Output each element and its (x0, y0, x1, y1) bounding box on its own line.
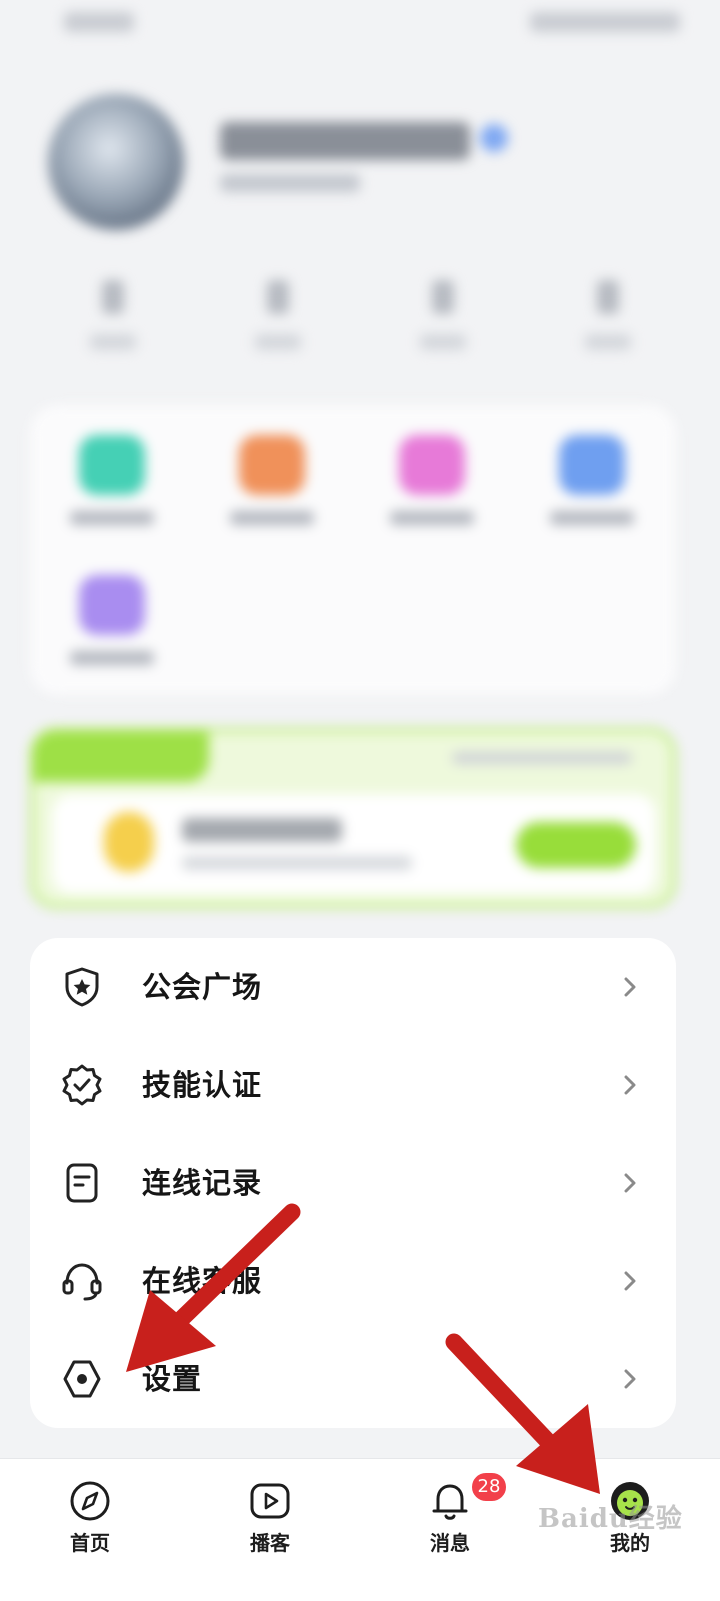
chevron-right-icon (618, 1367, 642, 1391)
menu-item-settings[interactable]: 设置 (30, 1330, 676, 1428)
chevron-right-icon (618, 1171, 642, 1195)
menu-item-online-support[interactable]: 在线客服 (30, 1232, 676, 1330)
menu-item-label: 连线记录 (142, 1166, 263, 1200)
tool-item[interactable] (222, 435, 322, 525)
certified-badge-icon (60, 1063, 104, 1107)
menu-item-label: 技能认证 (142, 1068, 263, 1102)
settings-hexagon-icon (60, 1357, 104, 1401)
task-card (30, 728, 676, 908)
tool-item[interactable] (62, 435, 162, 525)
menu-item-skill-certification[interactable]: 技能认证 (30, 1036, 676, 1134)
bell-icon (428, 1479, 472, 1523)
stat-item[interactable] (30, 280, 195, 370)
chevron-right-icon (618, 1269, 642, 1293)
nav-tab-messages[interactable]: 28 消息 (360, 1459, 540, 1601)
menu-list: 公会广场 技能认证 连线记录 在线客服 设置 (30, 938, 676, 1428)
avatar[interactable] (48, 94, 184, 230)
unread-count-badge: 28 (470, 1471, 508, 1503)
tool-icon (79, 575, 145, 635)
nav-tab-home[interactable]: 首页 (0, 1459, 180, 1601)
play-icon (248, 1479, 292, 1523)
profile-stats (30, 280, 690, 370)
nav-label: 首页 (70, 1531, 110, 1555)
tools-grid (30, 405, 676, 695)
stat-item[interactable] (360, 280, 525, 370)
tool-icon (399, 435, 465, 495)
watermark: Baidu经验 (538, 1504, 683, 1534)
tool-item[interactable] (62, 575, 162, 665)
nickname (220, 122, 470, 160)
compass-icon (68, 1479, 112, 1523)
shield-star-icon (60, 965, 104, 1009)
profile-header[interactable] (0, 80, 720, 250)
menu-item-label: 公会广场 (142, 970, 263, 1004)
menu-item-connection-records[interactable]: 连线记录 (30, 1134, 676, 1232)
status-time (64, 12, 134, 32)
task-item (52, 794, 656, 894)
menu-item-guild-square[interactable]: 公会广场 (30, 938, 676, 1036)
chevron-right-icon (618, 975, 642, 999)
tool-icon (559, 435, 625, 495)
task-title (182, 818, 342, 842)
user-id (220, 174, 360, 192)
verified-badge-icon (480, 124, 508, 152)
nav-label: 消息 (430, 1531, 470, 1555)
tool-item[interactable] (542, 435, 642, 525)
menu-item-label: 在线客服 (142, 1264, 263, 1298)
task-progress (452, 752, 632, 764)
stat-item[interactable] (195, 280, 360, 370)
task-tag (34, 732, 209, 782)
nav-label: 播客 (250, 1531, 290, 1555)
nav-tab-podcast[interactable]: 播客 (180, 1459, 360, 1601)
task-subtitle (182, 856, 412, 870)
status-icons (530, 12, 680, 32)
tool-icon (79, 435, 145, 495)
status-bar (0, 0, 720, 48)
chevron-right-icon (618, 1073, 642, 1097)
headset-icon (60, 1259, 104, 1303)
lightbulb-icon (104, 812, 154, 872)
document-icon (60, 1161, 104, 1205)
menu-item-label: 设置 (142, 1362, 203, 1396)
tool-item[interactable] (382, 435, 482, 525)
stat-item[interactable] (525, 280, 690, 370)
task-action-button[interactable] (516, 822, 636, 868)
tool-icon (239, 435, 305, 495)
